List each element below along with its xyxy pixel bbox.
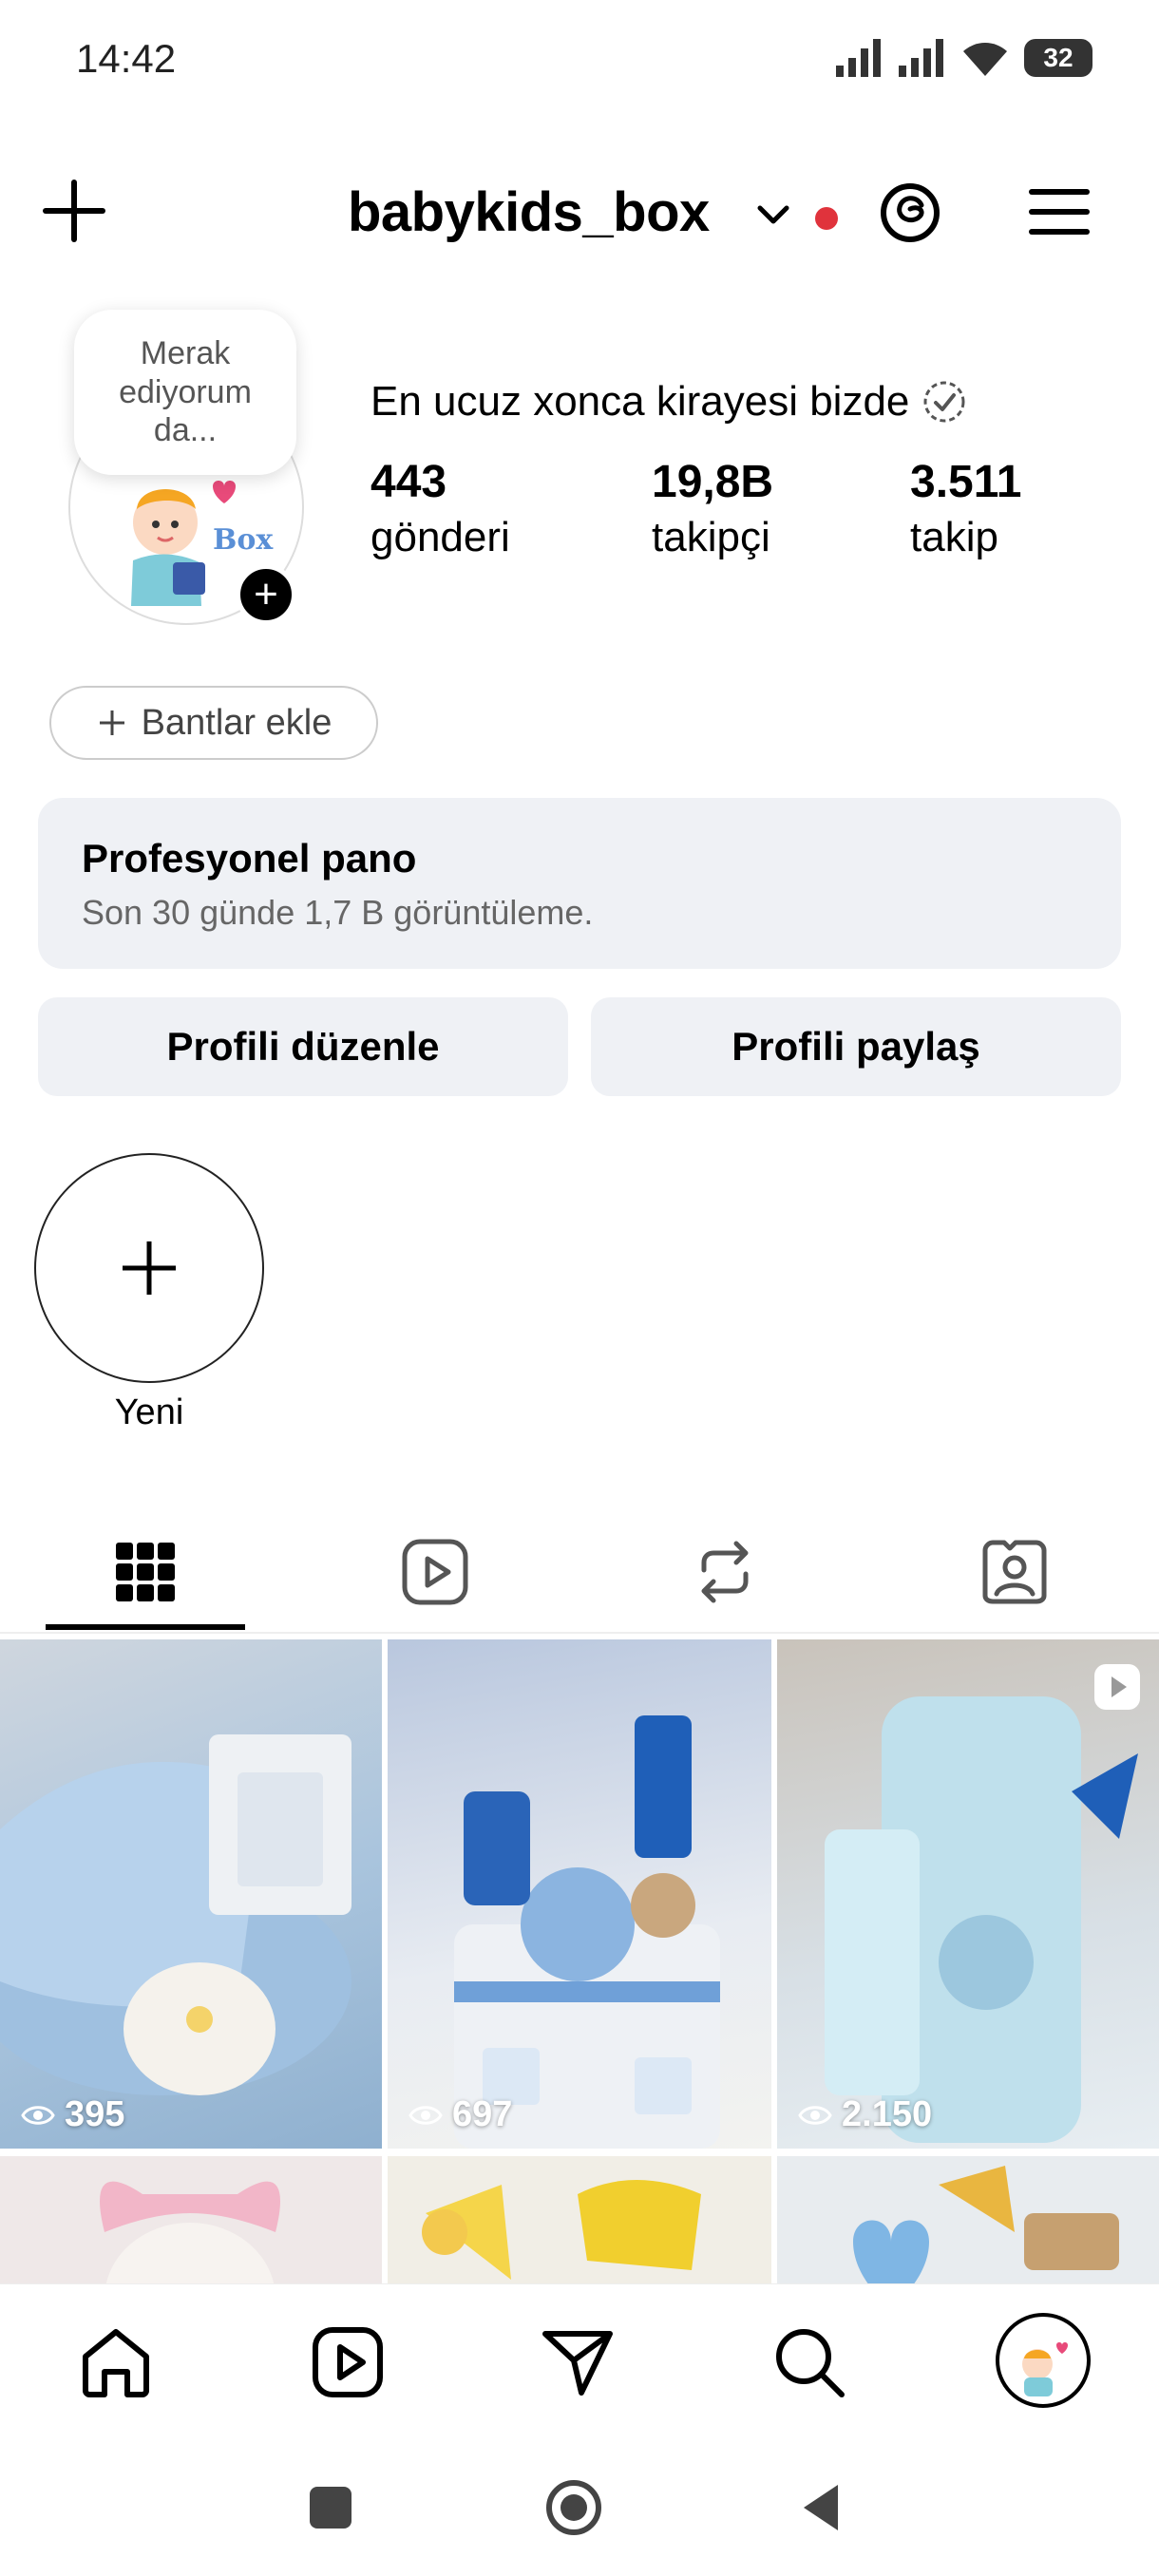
home-icon bbox=[83, 2329, 149, 2397]
post-tile[interactable]: 395 bbox=[0, 1639, 382, 2149]
tab-grid[interactable] bbox=[0, 1510, 290, 1634]
add-story-plus-icon[interactable]: + bbox=[236, 564, 296, 625]
eye-icon bbox=[21, 2105, 55, 2125]
display-name-text: En ucuz xonca kirayesi bizde bbox=[370, 378, 910, 425]
username-title[interactable]: babykids_box bbox=[348, 180, 710, 244]
plus-icon bbox=[99, 710, 124, 735]
nav-home[interactable] bbox=[76, 2322, 156, 2402]
post-grid: 395 697 2.150 bbox=[0, 1639, 1159, 2285]
eye-icon bbox=[408, 2105, 443, 2125]
stat-following-label: takip bbox=[910, 514, 998, 560]
stat-following-value: 3.511 bbox=[910, 457, 1022, 507]
post-views-count: 697 bbox=[452, 2094, 513, 2134]
stat-followers-label: takipçi bbox=[652, 514, 770, 560]
post-views: 2.150 bbox=[798, 2094, 932, 2135]
status-bar: 14:42 32 bbox=[0, 0, 1159, 123]
post-image-chicco-bottles bbox=[825, 1696, 1138, 2143]
signal-2-icon bbox=[899, 39, 943, 77]
post-tile[interactable]: 697 bbox=[388, 1639, 771, 2149]
status-icons: 32 bbox=[834, 38, 1092, 78]
back-triangle-icon[interactable] bbox=[790, 2477, 851, 2538]
nav-reels[interactable] bbox=[308, 2322, 388, 2402]
recents-icon[interactable] bbox=[300, 2477, 361, 2538]
reel-badge-icon bbox=[1094, 1664, 1140, 1710]
post-image-blue-heart bbox=[853, 2166, 1119, 2285]
home-circle-icon[interactable] bbox=[543, 2477, 604, 2538]
reels-icon bbox=[402, 1539, 467, 1605]
post-views: 697 bbox=[408, 2094, 512, 2135]
post-image-baby-box bbox=[454, 1715, 720, 2149]
create-plus-icon[interactable] bbox=[38, 175, 110, 247]
nav-profile-avatar[interactable] bbox=[996, 2313, 1091, 2408]
new-highlight-button[interactable] bbox=[34, 1153, 264, 1383]
signal-icon bbox=[836, 39, 881, 77]
search-icon bbox=[776, 2329, 845, 2397]
avatar-logo-text: Box bbox=[213, 523, 274, 557]
tab-reposts[interactable] bbox=[580, 1510, 869, 1634]
add-bands-label: Bantlar ekle bbox=[141, 702, 332, 743]
plus-icon bbox=[123, 1241, 176, 1295]
grid-icon bbox=[115, 1543, 175, 1601]
new-highlight-label: Yeni bbox=[114, 1392, 184, 1432]
dashboard-title: Profesyonel pano bbox=[82, 836, 417, 881]
stat-following[interactable]: 3.511 takip bbox=[910, 456, 1021, 561]
tab-tagged[interactable] bbox=[869, 1510, 1159, 1634]
profile-header: babykids_box bbox=[0, 161, 1159, 256]
post-image-pink-bow bbox=[100, 2181, 280, 2285]
chevron-down-icon[interactable] bbox=[752, 194, 794, 236]
reposts-icon bbox=[701, 1541, 748, 1603]
reels-icon bbox=[313, 2327, 383, 2397]
nav-search[interactable] bbox=[770, 2322, 849, 2402]
share-profile-button[interactable]: Profili paylaş bbox=[591, 997, 1121, 1096]
stat-posts-value: 443 bbox=[370, 457, 447, 507]
post-tile[interactable]: 2.150 bbox=[777, 1639, 1159, 2149]
notification-dot bbox=[815, 207, 838, 230]
dashboard-subtitle: Son 30 günde 1,7 B görüntüleme. bbox=[82, 893, 594, 932]
stat-followers-value: 19,8B bbox=[652, 457, 774, 507]
status-time: 14:42 bbox=[76, 36, 177, 81]
menu-icon[interactable] bbox=[1026, 179, 1092, 245]
post-tile[interactable] bbox=[777, 2156, 1159, 2285]
threads-icon[interactable] bbox=[874, 177, 946, 249]
verified-outline-icon[interactable] bbox=[921, 378, 968, 426]
content-tabs bbox=[0, 1510, 1159, 1634]
stat-posts-label: gönderi bbox=[370, 514, 510, 560]
active-tab-indicator bbox=[46, 1624, 245, 1630]
edit-profile-button[interactable]: Profili düzenle bbox=[38, 997, 568, 1096]
wifi-icon bbox=[963, 43, 1007, 76]
profile-avatar-mini bbox=[1022, 2342, 1068, 2396]
stat-followers[interactable]: 19,8B takipçi bbox=[652, 456, 773, 561]
post-views: 395 bbox=[21, 2094, 124, 2135]
system-navigation-bar bbox=[0, 2435, 1159, 2576]
add-bands-button[interactable]: Bantlar ekle bbox=[49, 686, 378, 760]
tagged-icon bbox=[982, 1540, 1046, 1604]
tab-reels[interactable] bbox=[290, 1510, 580, 1634]
note-bubble[interactable]: Merak ediyorum da... bbox=[74, 310, 296, 475]
eye-icon bbox=[798, 2105, 832, 2125]
stat-posts[interactable]: 443 gönderi bbox=[370, 456, 510, 561]
send-icon bbox=[542, 2331, 613, 2396]
display-name: En ucuz xonca kirayesi bizde bbox=[370, 378, 968, 426]
bottom-navigation bbox=[0, 2283, 1159, 2435]
post-tile[interactable] bbox=[0, 2156, 382, 2285]
battery-icon: 32 bbox=[1024, 39, 1092, 77]
post-tile[interactable] bbox=[388, 2156, 771, 2285]
post-views-count: 2.150 bbox=[842, 2094, 933, 2134]
nav-messages[interactable] bbox=[538, 2322, 618, 2402]
post-image-gift-basket bbox=[0, 1734, 352, 2095]
professional-dashboard[interactable]: Profesyonel pano Son 30 günde 1,7 B görü… bbox=[38, 798, 1121, 969]
post-views-count: 395 bbox=[65, 2094, 125, 2134]
post-image-yellow-gift bbox=[422, 2180, 701, 2280]
